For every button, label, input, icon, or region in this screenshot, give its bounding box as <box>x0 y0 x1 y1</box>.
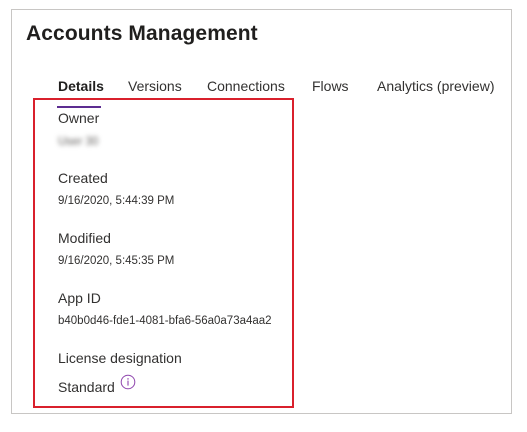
info-circle-icon[interactable] <box>120 374 136 390</box>
created-value: 9/16/2020, 5:44:39 PM <box>58 195 175 207</box>
modified-value: 9/16/2020, 5:45:35 PM <box>58 255 175 267</box>
tab-flows[interactable]: Flows <box>312 78 349 94</box>
tab-analytics-preview[interactable]: Analytics (preview) <box>377 78 494 94</box>
tab-details[interactable]: Details <box>58 78 104 94</box>
app-id-value: b40b0d46-fde1-4081-bfa6-56a0a73a4aa2 <box>58 315 272 327</box>
app-id-label: App ID <box>58 290 101 306</box>
owner-label: Owner <box>58 110 100 126</box>
modified-label: Modified <box>58 230 111 246</box>
license-designation-value: Standard <box>58 379 115 395</box>
owner-value: User 30 <box>58 136 99 148</box>
page-title: Accounts Management <box>26 22 258 45</box>
created-label: Created <box>58 170 108 186</box>
license-designation-label: License designation <box>58 350 182 366</box>
tab-connections[interactable]: Connections <box>207 78 285 94</box>
tab-versions[interactable]: Versions <box>128 78 182 94</box>
